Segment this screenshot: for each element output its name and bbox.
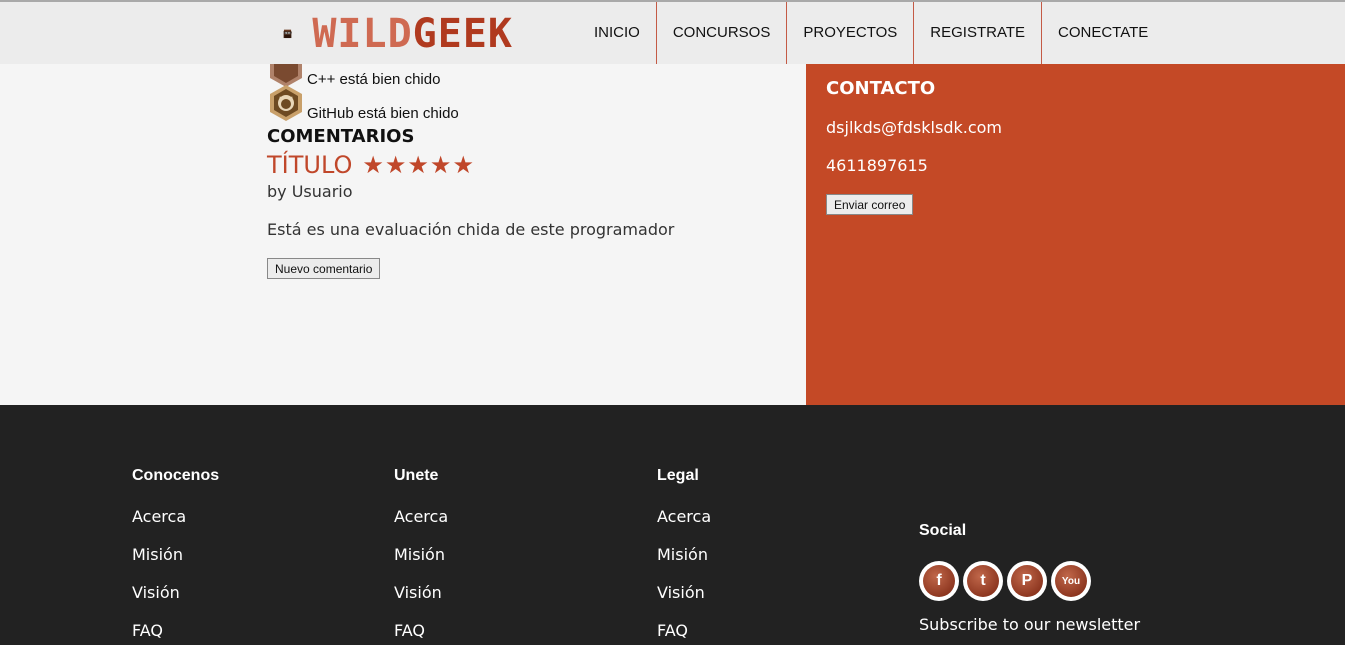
social-icons: f t P You xyxy=(919,561,1140,601)
logo[interactable]: WILDGEEK xyxy=(283,4,513,64)
contact-email: dsjlkds@fdsklsdk.com xyxy=(826,118,1002,137)
star-icon: ★ xyxy=(362,151,384,179)
contact-heading: CONTACTO xyxy=(826,78,936,99)
footer-col-title: Legal xyxy=(657,467,699,484)
footer-link-acerca[interactable]: Acerca xyxy=(394,507,448,526)
social-heading: Social xyxy=(919,522,967,539)
main-nav: INICIO CONCURSOS PROYECTOS REGISTRATE CO… xyxy=(578,2,1164,64)
logo-wild: WILD xyxy=(312,11,413,57)
geek-face-icon xyxy=(283,29,293,39)
skill-row-github: GitHub está bien chido xyxy=(267,84,459,122)
footer-col-title: Conocenos xyxy=(132,467,220,484)
contact-panel: CONTACTO dsjlkds@fdsklsdk.com 4611897615… xyxy=(806,64,1345,405)
youtube-icon[interactable]: You xyxy=(1051,561,1091,601)
star-icon: ★ xyxy=(407,151,429,179)
nav-concursos[interactable]: CONCURSOS xyxy=(657,2,788,64)
facebook-icon[interactable]: f xyxy=(919,561,959,601)
footer-link-acerca[interactable]: Acerca xyxy=(657,507,711,526)
newsletter-label[interactable]: Subscribe to our newsletter xyxy=(919,615,1140,634)
nav-proyectos[interactable]: PROYECTOS xyxy=(787,2,915,64)
nav-inicio[interactable]: INICIO xyxy=(578,2,657,64)
nav-conectate[interactable]: CONECTATE xyxy=(1042,2,1164,64)
footer-link-faq[interactable]: FAQ xyxy=(657,621,711,640)
star-icon: ★ xyxy=(452,151,474,179)
skill-label-github: GitHub está bien chido xyxy=(307,105,459,122)
send-email-button[interactable]: Enviar correo xyxy=(826,194,914,215)
logo-geek: GEEK xyxy=(412,11,513,57)
footer-link-faq[interactable]: FAQ xyxy=(394,621,448,640)
comments-heading: COMENTARIOS xyxy=(267,126,415,147)
footer-social: Social f t P You Subscribe to our newsle… xyxy=(919,522,1140,634)
site-header: WILDGEEK INICIO CONCURSOS PROYECTOS REGI… xyxy=(0,0,1345,64)
site-footer: Conocenos Acerca Misión Visión FAQ Unete… xyxy=(0,405,1345,645)
footer-col-title: Unete xyxy=(394,467,439,484)
star-icon: ★ xyxy=(429,151,452,179)
contact-phone: 4611897615 xyxy=(826,156,928,175)
footer-link-mision[interactable]: Misión xyxy=(657,545,711,564)
github-icon xyxy=(270,85,302,121)
footer-link-vision[interactable]: Visión xyxy=(657,583,711,602)
footer-link-vision[interactable]: Visión xyxy=(394,583,448,602)
pinterest-icon[interactable]: P xyxy=(1007,561,1047,601)
star-icon: ★ xyxy=(384,151,407,179)
comment-author: by Usuario xyxy=(267,182,353,201)
comment-body: Está es una evaluación chida de este pro… xyxy=(267,220,675,239)
new-comment-button[interactable]: Nuevo comentario xyxy=(267,258,381,279)
rating-stars: ★ ★ ★ ★ ★ xyxy=(362,153,475,177)
nav-registrate[interactable]: REGISTRATE xyxy=(914,2,1043,64)
footer-col-conocenos: Conocenos Acerca Misión Visión FAQ xyxy=(132,467,219,645)
footer-link-acerca[interactable]: Acerca xyxy=(132,507,219,526)
footer-col-unete: Unete Acerca Misión Visión FAQ xyxy=(394,467,448,645)
footer-link-faq[interactable]: FAQ xyxy=(132,621,219,640)
profile-main: C++ está bien chido GitHub está bien chi… xyxy=(0,64,806,405)
footer-link-mision[interactable]: Misión xyxy=(132,545,219,564)
twitter-icon[interactable]: t xyxy=(963,561,1003,601)
comment-title: TÍTULO xyxy=(267,151,353,179)
footer-link-mision[interactable]: Misión xyxy=(394,545,448,564)
footer-link-vision[interactable]: Visión xyxy=(132,583,219,602)
comment-header: TÍTULO ★ ★ ★ ★ ★ xyxy=(267,151,475,179)
footer-col-legal: Legal Acerca Misión Visión FAQ xyxy=(657,467,711,645)
